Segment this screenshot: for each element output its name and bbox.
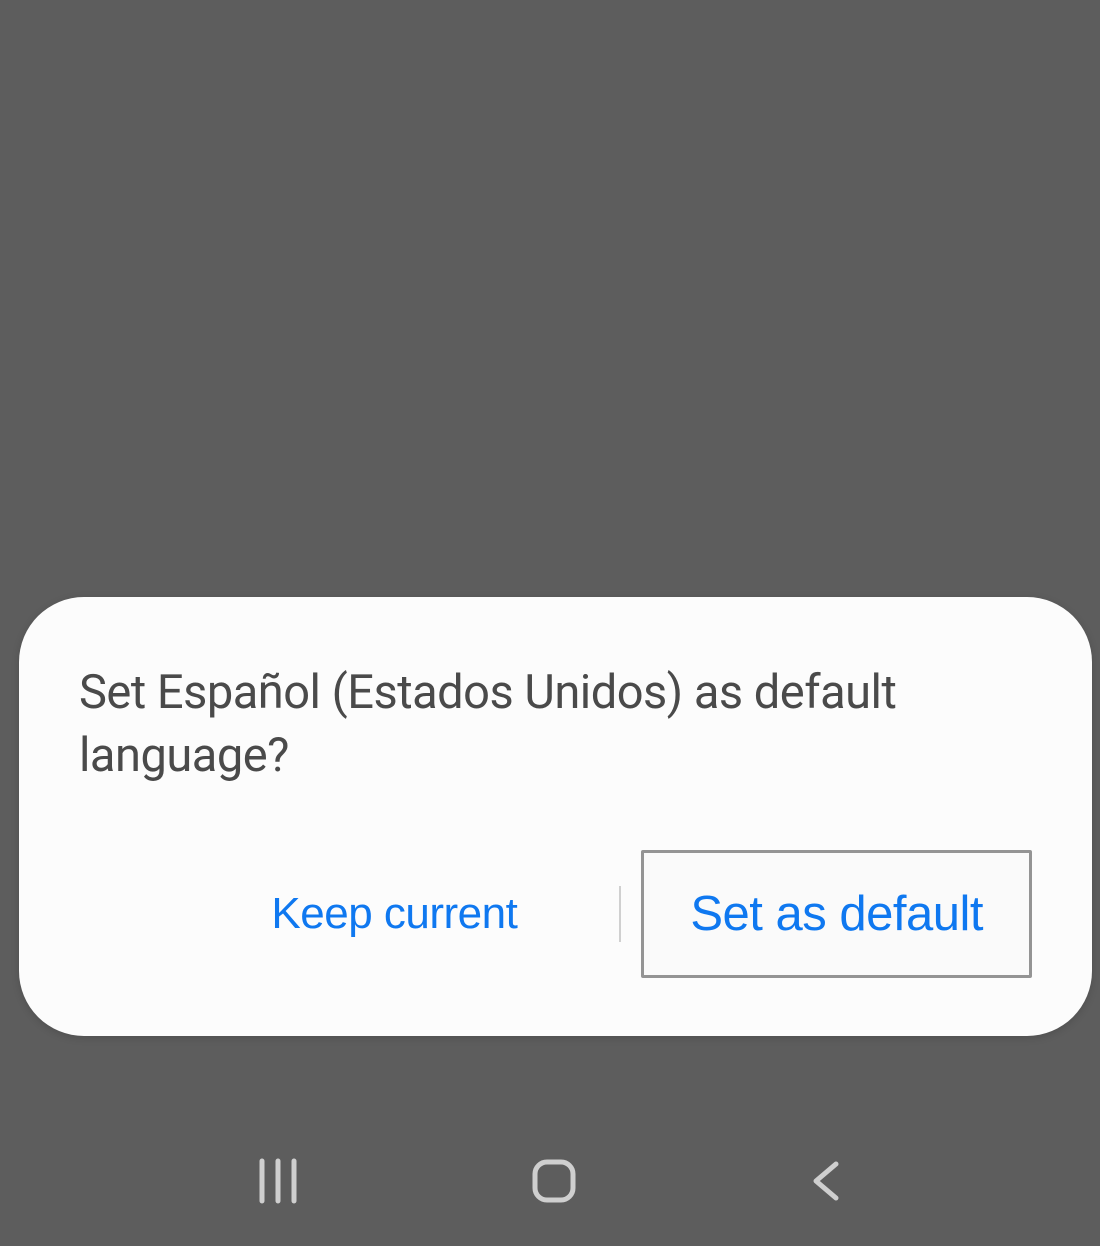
home-icon[interactable] xyxy=(529,1156,579,1206)
recents-icon[interactable] xyxy=(254,1156,302,1206)
navigation-bar xyxy=(0,1116,1100,1246)
back-icon[interactable] xyxy=(806,1156,846,1206)
dialog-actions: Keep current Set as default xyxy=(79,850,1032,978)
language-default-dialog: Set Español (Estados Unidos) as default … xyxy=(19,597,1092,1036)
keep-current-button[interactable]: Keep current xyxy=(235,869,553,959)
button-divider xyxy=(619,886,621,942)
set-as-default-button[interactable]: Set as default xyxy=(641,850,1032,978)
dialog-message: Set Español (Estados Unidos) as default … xyxy=(79,661,1032,788)
